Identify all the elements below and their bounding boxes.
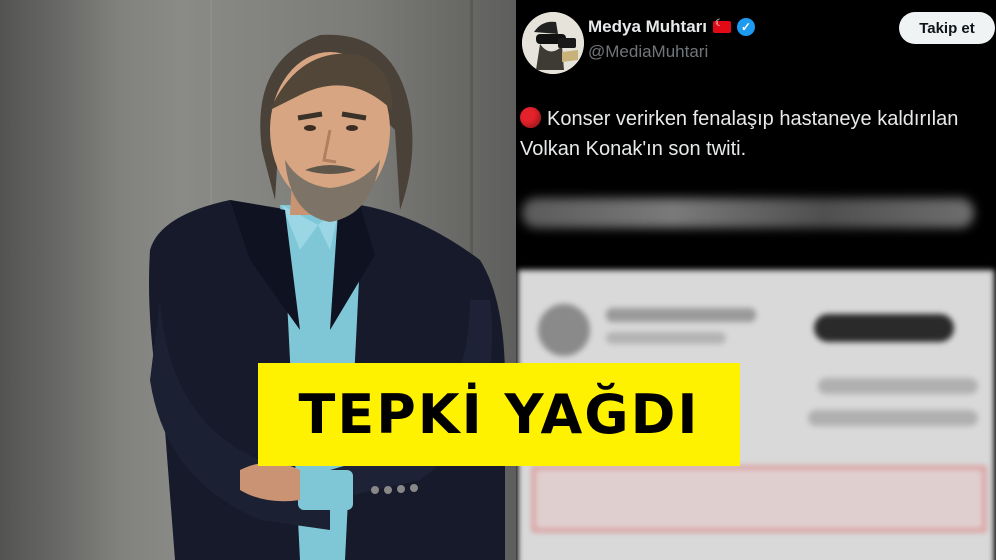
blurred-text-line [808, 410, 978, 426]
blurred-text-line [818, 378, 978, 394]
portrait-photo [0, 0, 516, 560]
blurred-handle [606, 332, 726, 344]
tweet-text: Konser verirken fenalaşıp hastaneye kald… [520, 108, 959, 160]
author-name-row: Medya Muhtarı ✓ [588, 17, 756, 37]
red-circle-icon [520, 107, 541, 128]
blurred-avatar [538, 304, 590, 356]
blurred-highlight-box [532, 466, 986, 532]
shirt-cuff [298, 470, 353, 510]
blurred-button [814, 314, 954, 342]
composite-image: Medya Muhtarı ✓ @MediaMuhtari Takip et K… [0, 0, 996, 560]
headline-text: TEPKİ YAĞDI [298, 383, 700, 446]
avatar-illustration [522, 12, 584, 74]
follow-button[interactable]: Takip et [899, 12, 995, 44]
man-illustration [149, 34, 505, 560]
headline-banner: TEPKİ YAĞDI [258, 363, 740, 466]
turkey-flag-icon [713, 18, 732, 33]
author-handle[interactable]: @MediaMuhtari [588, 42, 708, 62]
author-name[interactable]: Medya Muhtarı [588, 17, 707, 37]
blurred-name [606, 308, 756, 322]
tweet-text-block: Konser verirken fenalaşıp hastaneye kald… [520, 104, 980, 164]
verified-badge-icon: ✓ [737, 18, 756, 36]
author-avatar[interactable] [522, 12, 584, 74]
tweet-panel: Medya Muhtarı ✓ @MediaMuhtari Takip et K… [516, 0, 996, 560]
blurred-quote-line [522, 198, 974, 228]
